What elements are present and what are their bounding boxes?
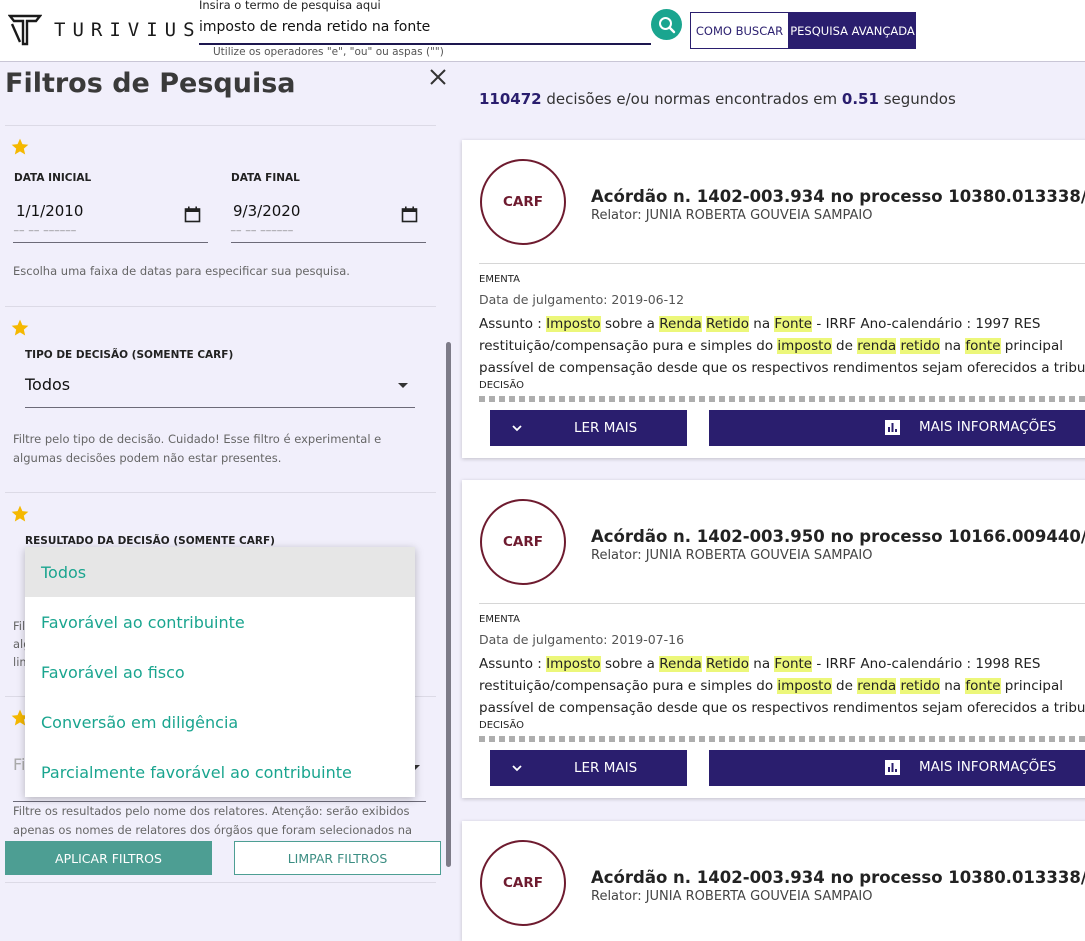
ementa-line: restituição/compensação pura e simples d… [479,678,1063,694]
card-title[interactable]: Acórdão n. 1402-003.950 no processo 1016… [591,527,1085,546]
ementa-line: passível de compensação desde que os res… [479,700,1085,716]
card-ementa-text: Assunto : Imposto sobre a Renda Retido n… [479,653,1085,719]
resultado-dropdown-menu: Todos Favorável ao contribuinte Favoráve… [25,547,415,797]
divider [479,263,1085,264]
card-relator: Relator: JUNIA ROBERTA GOUVEIA SAMPAIO [591,548,873,563]
decisao-label: DECISÃO [479,380,525,391]
data-final-underline [231,242,426,243]
pesquisa-avancada-button[interactable]: PESQUISA AVANÇADA [789,12,916,49]
ler-mais-label: LER MAIS [574,420,638,436]
ler-mais-button[interactable]: LER MAIS [490,750,687,786]
card-date: Data de julgamento: 2019-06-12 [479,292,685,307]
clear-filters-button[interactable]: LIMPAR FILTROS [234,841,441,875]
divider [5,306,436,307]
turivius-logo-icon [8,14,42,46]
data-final-label: DATA FINAL [231,172,300,184]
como-buscar-button[interactable]: COMO BUSCAR [690,12,789,49]
result-card: CARF Acórdão n. 1402-003.950 no processo… [462,480,1085,798]
divider [479,603,1085,604]
data-inicial-input[interactable]: 1/1/2010 [16,202,83,220]
filters-title: Filtros de Pesquisa [5,68,296,99]
dropdown-option-favoravel-fisco[interactable]: Favorável ao fisco [25,647,415,697]
mais-informacoes-label: MAIS INFORMAÇÕES [919,759,1057,775]
chevron-down-icon [512,765,522,772]
resultado-decisao-label: RESULTADO DA DECISÃO (SOMENTE CARF) [25,535,275,547]
dropdown-caret-icon[interactable] [398,383,408,388]
results-count: 110472 decisões e/ou normas encontrados … [479,90,956,108]
logo-text: TURIVIUS [54,19,202,41]
mais-informacoes-button[interactable]: MAIS INFORMAÇÕES [709,410,1085,446]
data-inicial-underline [13,242,208,243]
calendar-icon[interactable] [401,206,418,223]
data-inicial-dashes: __ __ ______ [14,222,77,232]
data-inicial-label: DATA INICIAL [14,172,92,184]
data-final-dashes: __ __ ______ [231,222,294,232]
calendar-icon[interactable] [184,206,201,223]
carf-badge: CARF [480,840,566,926]
card-title[interactable]: Acórdão n. 1402-003.934 no processo 1038… [591,187,1085,206]
carf-badge: CARF [480,499,566,585]
result-card: CARF Acórdão n. 1402-003.934 no processo… [462,140,1085,458]
resultado-help-fragment: Fil [13,619,26,633]
chevron-down-icon [512,425,522,432]
dropdown-option-parcialmente-favoravel[interactable]: Parcialmente favorável ao contribuinte [25,747,415,797]
results-count-number: 110472 [479,90,542,108]
favorite-star-icon[interactable] [10,318,30,338]
divider [5,882,436,883]
mais-informacoes-button[interactable]: MAIS INFORMAÇÕES [709,750,1085,786]
card-date: Data de julgamento: 2019-07-16 [479,632,685,647]
result-card: CARF Acórdão n. 1402-003.934 no processo… [462,821,1085,941]
decisao-text-clipped [479,396,1085,402]
tipo-decisao-help: Filtre pelo tipo de decisão. Cuidado! Es… [13,432,382,465]
relator-input[interactable]: Fi [13,755,25,774]
ler-mais-button[interactable]: LER MAIS [490,410,687,446]
favorite-star-icon[interactable] [10,504,30,524]
search-hint: Utilize os operadores "e", "ou" ou aspas… [213,46,444,58]
date-help-text: Escolha uma faixa de datas para especifi… [13,264,350,278]
ler-mais-label: LER MAIS [574,760,638,776]
ementa-line: passível de compensação desde que os res… [479,360,1085,376]
results-time: 0.51 [841,90,879,108]
bar-chart-icon [885,760,900,775]
close-icon[interactable] [428,67,448,87]
card-title[interactable]: Acórdão n. 1402-003.934 no processo 1038… [591,868,1085,887]
ementa-line: Assunto : Imposto sobre a Renda Retido n… [479,656,1041,672]
divider [5,492,436,493]
search-icon [658,16,675,33]
divider [5,125,436,126]
ementa-line: Assunto : Imposto sobre a Renda Retido n… [479,316,1041,332]
search-button[interactable] [651,9,682,40]
ementa-label: EMENTA [479,274,520,285]
card-relator: Relator: JUNIA ROBERTA GOUVEIA SAMPAIO [591,208,873,223]
search-input[interactable] [199,11,651,45]
decisao-text-clipped [479,736,1085,742]
ementa-label: EMENTA [479,614,520,625]
bar-chart-icon [885,420,900,435]
results-count-text: decisões e/ou normas encontrados em [546,90,838,108]
dropdown-option-todos[interactable]: Todos [25,547,415,597]
data-final-input[interactable]: 9/3/2020 [233,202,300,220]
card-relator: Relator: JUNIA ROBERTA GOUVEIA SAMPAIO [591,889,873,904]
top-header: TURIVIUS Insira o termo de pesquisa aqui… [0,0,1085,62]
card-ementa-text: Assunto : Imposto sobre a Renda Retido n… [479,313,1085,379]
mais-informacoes-label: MAIS INFORMAÇÕES [919,419,1057,435]
tipo-decisao-underline [25,407,415,408]
apply-filters-button[interactable]: APLICAR FILTROS [5,841,212,875]
logo[interactable]: TURIVIUS [8,12,202,48]
favorite-star-icon[interactable] [10,137,30,157]
ementa-line: restituição/compensação pura e simples d… [479,338,1063,354]
decisao-label: DECISÃO [479,720,525,731]
dropdown-option-favoravel-contribuinte[interactable]: Favorável ao contribuinte [25,597,415,647]
carf-badge: CARF [480,159,566,245]
tipo-decisao-label: TIPO DE DECISÃO (SOMENTE CARF) [25,349,234,361]
filters-scrollbar[interactable] [446,342,451,867]
tipo-decisao-select[interactable]: Todos [25,375,70,394]
filters-panel: Filtros de Pesquisa DATA INICIAL 1/1/201… [0,62,455,941]
dropdown-option-conversao-diligencia[interactable]: Conversão em diligência [25,697,415,747]
results-time-unit: segundos [883,90,956,108]
